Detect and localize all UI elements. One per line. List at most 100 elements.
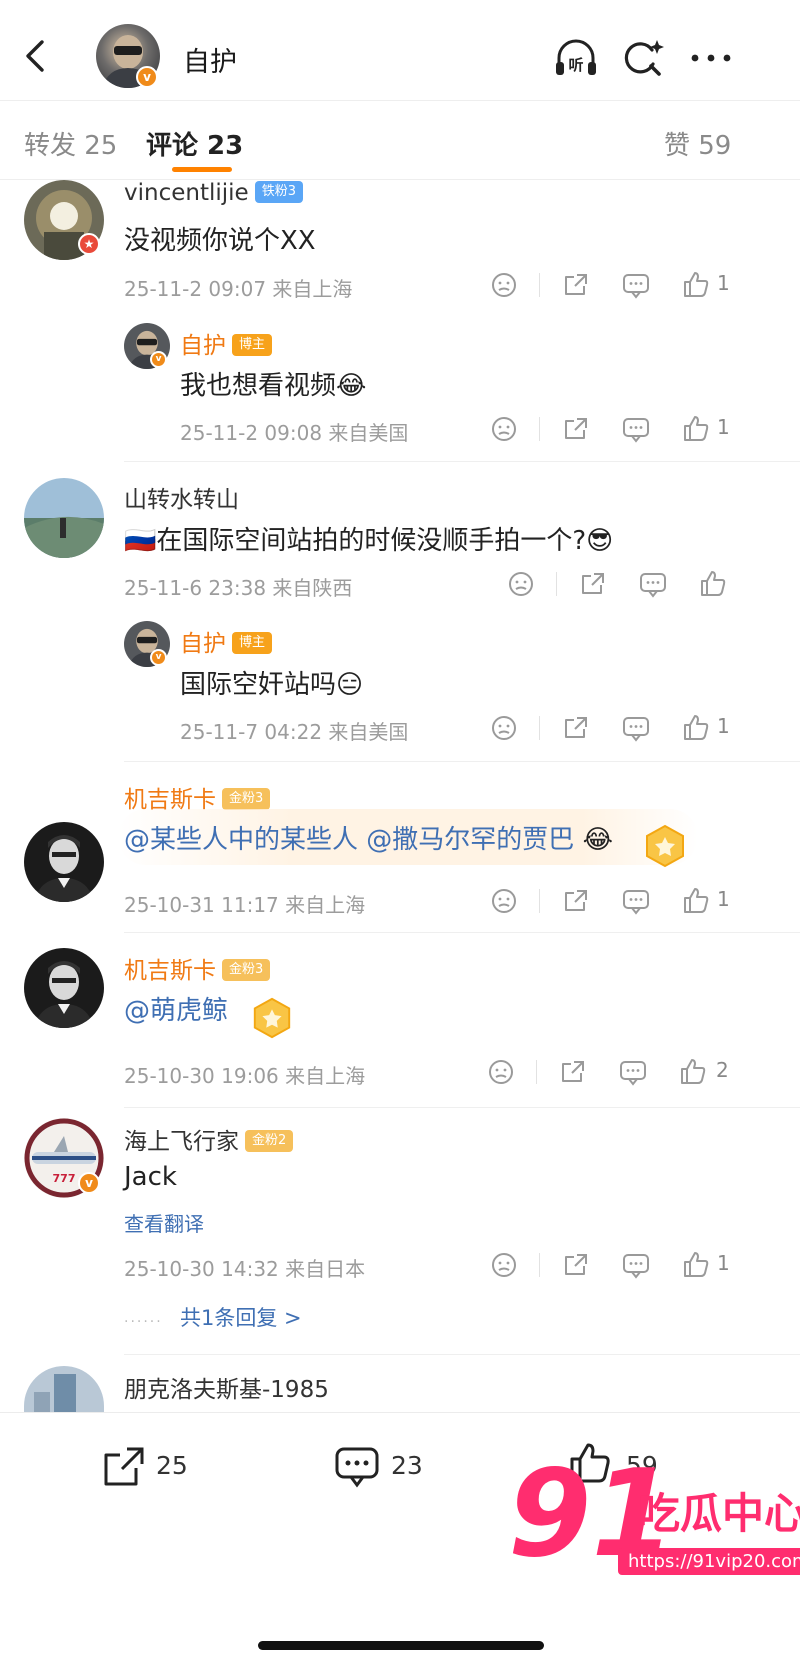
- more-icon[interactable]: [686, 36, 736, 80]
- repost-count: 25: [156, 1451, 188, 1480]
- avatar[interactable]: [24, 478, 104, 558]
- comment-icon[interactable]: [637, 568, 669, 600]
- comment-icon: [335, 1447, 379, 1488]
- page-title: 自护: [183, 47, 237, 78]
- tab-repost[interactable]: 转发 25: [24, 125, 117, 162]
- divider: [124, 1354, 800, 1355]
- mention-link[interactable]: @撒马尔罕的贾巴: [366, 825, 574, 855]
- active-tab-indicator: [172, 167, 232, 172]
- watermark-url: https://91vip20.com: [618, 1548, 800, 1575]
- comment-actions: 1: [488, 885, 788, 917]
- headphones-listen-icon[interactable]: 听: [553, 36, 599, 80]
- comment-icon[interactable]: [620, 1249, 652, 1281]
- comment-text: 🇷🇺在国际空间站拍的时候没顺手拍一个?😎: [124, 526, 614, 556]
- username[interactable]: 机吉斯卡: [124, 958, 216, 984]
- like-count: 1: [717, 887, 730, 911]
- home-indicator: [258, 1641, 544, 1650]
- username[interactable]: 自护: [180, 631, 226, 657]
- svg-text:777: 777: [53, 1172, 76, 1185]
- comment-meta: 25-10-30 14:32 来自日本: [124, 1257, 366, 1281]
- share-icon[interactable]: [577, 568, 609, 600]
- divider: [539, 1253, 540, 1277]
- comment-icon[interactable]: [620, 413, 652, 445]
- comment-icon[interactable]: [620, 712, 652, 744]
- member-badge-icon: ★: [78, 233, 100, 255]
- divider: [539, 417, 540, 441]
- repost-button[interactable]: 25: [100, 1443, 200, 1493]
- comment-actions: 1: [488, 1249, 788, 1281]
- view-replies-link[interactable]: 共1条回复 >: [180, 1302, 302, 1332]
- verified-badge-icon: v: [78, 1172, 100, 1194]
- verified-badge-icon: v: [150, 649, 167, 666]
- share-icon[interactable]: [560, 413, 592, 445]
- comment-icon[interactable]: [620, 269, 652, 301]
- username[interactable]: 朋克洛夫斯基-1985: [124, 1370, 329, 1404]
- comment-meta: 25-11-7 04:22 来自美国: [180, 720, 409, 744]
- dislike-icon[interactable]: [488, 885, 520, 917]
- avatar[interactable]: [24, 1366, 104, 1412]
- dislike-icon[interactable]: [505, 568, 537, 600]
- like-icon[interactable]: [697, 568, 729, 600]
- comment-meta: 25-11-2 09:07 来自上海: [124, 277, 353, 301]
- tab-like[interactable]: 赞 59: [664, 125, 731, 162]
- like-icon[interactable]: [677, 1056, 709, 1088]
- like-icon[interactable]: [680, 712, 712, 744]
- comment-button[interactable]: 23: [333, 1443, 433, 1493]
- fan-badge: 金粉3: [222, 787, 271, 810]
- ai-search-icon[interactable]: [620, 36, 666, 80]
- comment-actions: 2: [485, 1056, 790, 1088]
- username[interactable]: 山转水转山: [124, 480, 239, 514]
- like-icon[interactable]: [680, 269, 712, 301]
- comment-count: 23: [391, 1451, 423, 1480]
- divider: [539, 889, 540, 913]
- comment-actions: 1: [488, 413, 788, 445]
- tab-comment[interactable]: 评论 23: [146, 125, 243, 162]
- share-icon[interactable]: [560, 269, 592, 301]
- like-count: 1: [717, 1251, 730, 1275]
- like-count: 1: [717, 714, 730, 738]
- divider: [124, 461, 800, 462]
- share-icon[interactable]: [560, 885, 592, 917]
- avatar[interactable]: [24, 822, 104, 902]
- comment-icon[interactable]: [617, 1056, 649, 1088]
- share-icon[interactable]: [557, 1056, 589, 1088]
- like-icon[interactable]: [680, 413, 712, 445]
- dislike-icon[interactable]: [488, 269, 520, 301]
- dislike-icon[interactable]: [488, 1249, 520, 1281]
- divider: [536, 1060, 537, 1084]
- watermark-name: 吃瓜中心: [638, 1489, 800, 1538]
- username[interactable]: 海上飞行家: [124, 1129, 239, 1155]
- divider: [539, 273, 540, 297]
- top-header: v 自护 听: [0, 0, 800, 100]
- divider: [539, 716, 540, 740]
- author-badge: 博主: [232, 631, 273, 654]
- username[interactable]: 自护: [180, 333, 226, 359]
- dislike-icon[interactable]: [485, 1056, 517, 1088]
- translate-link[interactable]: 查看翻译: [124, 1208, 204, 1237]
- comment-icon[interactable]: [620, 885, 652, 917]
- share-icon: [104, 1447, 144, 1486]
- emoji: 😂: [582, 825, 613, 855]
- reply-text: 我也想看视频😂: [180, 371, 367, 401]
- share-icon[interactable]: [560, 712, 592, 744]
- dislike-icon[interactable]: [488, 413, 520, 445]
- reply-dots: ······: [124, 1314, 163, 1330]
- divider: [556, 572, 557, 596]
- chevron-left-icon[interactable]: [16, 36, 56, 76]
- listen-glyph: 听: [568, 56, 583, 74]
- like-icon[interactable]: [680, 1249, 712, 1281]
- mention-link[interactable]: @某些人中的某些人: [124, 825, 358, 855]
- share-icon[interactable]: [560, 1249, 592, 1281]
- username[interactable]: vincentlijie: [124, 180, 249, 206]
- comment-text: 没视频你说个XX: [124, 226, 316, 256]
- comment-meta: 25-10-31 11:17 来自上海: [124, 893, 366, 917]
- gold-reward-icon: [646, 824, 684, 868]
- like-count: 2: [716, 1058, 729, 1082]
- like-icon[interactable]: [680, 885, 712, 917]
- gold-reward-icon: [253, 997, 291, 1039]
- dislike-icon[interactable]: [488, 712, 520, 744]
- mention-link[interactable]: @萌虎鲸: [124, 996, 228, 1026]
- author-badge: 博主: [232, 333, 273, 356]
- avatar[interactable]: [24, 948, 104, 1028]
- divider: [124, 932, 800, 933]
